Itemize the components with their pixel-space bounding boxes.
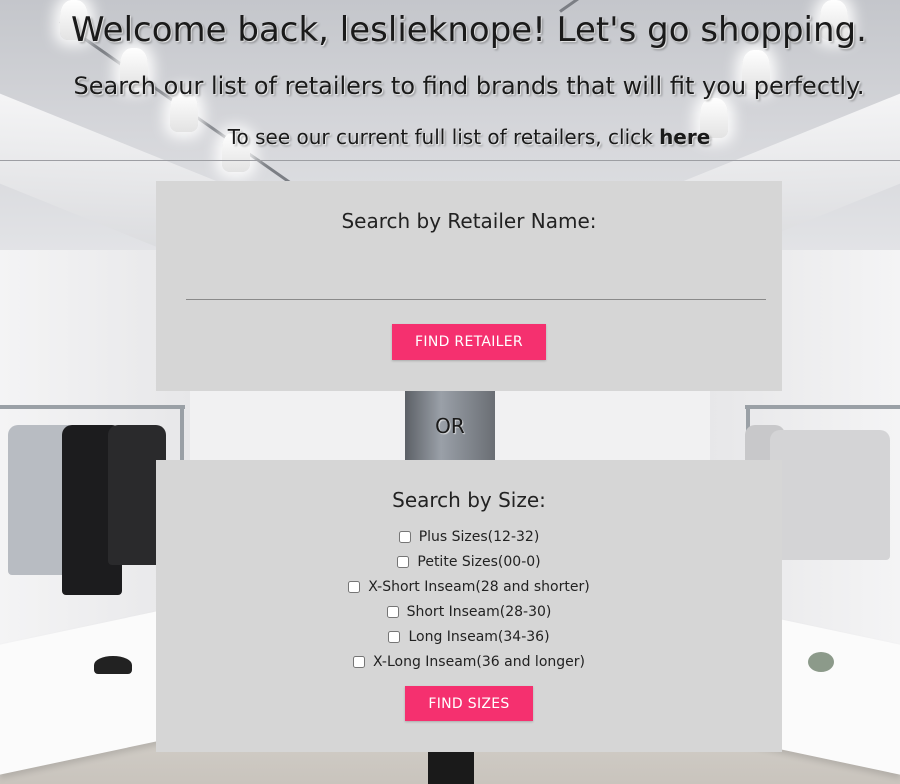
or-separator: OR [435, 414, 465, 438]
clothing-rail-left [0, 405, 185, 409]
x-short-inseam-checkbox[interactable] [348, 580, 361, 593]
header-divider [0, 160, 900, 161]
page-subtitle: Search our list of retailers to find bra… [73, 72, 865, 100]
size-option-long-inseam[interactable]: Long Inseam(34-36) [156, 624, 782, 649]
clothing-rail-right [745, 405, 900, 409]
retailer-search-title: Search by Retailer Name: [341, 209, 597, 233]
short-inseam-checkbox[interactable] [386, 605, 399, 618]
size-option-label: X-Short Inseam(28 and shorter) [368, 578, 590, 595]
size-option-x-long-inseam[interactable]: X-Long Inseam(36 and longer) [156, 649, 782, 674]
size-search-title: Search by Size: [392, 488, 546, 512]
retailer-name-input[interactable] [186, 271, 766, 300]
find-sizes-button[interactable]: FIND SIZES [405, 686, 533, 721]
size-option-plus[interactable]: Plus Sizes(12-32) [156, 524, 782, 549]
size-option-label: X-Long Inseam(36 and longer) [373, 653, 585, 670]
size-search-panel: Search by Size: Plus Sizes(12-32) Petite… [156, 460, 782, 752]
welcome-title: Welcome back, leslieknope! Let's go shop… [71, 10, 867, 50]
size-option-label: Long Inseam(34-36) [408, 628, 550, 645]
retailer-search-panel: Search by Retailer Name: FIND RETAILER [156, 181, 782, 391]
size-option-label: Petite Sizes(00-0) [417, 553, 541, 570]
cap-on-platform [94, 656, 132, 674]
size-option-x-short-inseam[interactable]: X-Short Inseam(28 and shorter) [156, 574, 782, 599]
full-list-prefix: To see our current full list of retailer… [227, 125, 660, 149]
size-option-short-inseam[interactable]: Short Inseam(28-30) [156, 599, 782, 624]
find-retailer-button[interactable]: FIND RETAILER [392, 324, 546, 360]
size-option-label: Plus Sizes(12-32) [418, 528, 540, 545]
x-long-inseam-checkbox[interactable] [353, 655, 366, 668]
petite-sizes-checkbox[interactable] [397, 555, 410, 568]
size-options-list: Plus Sizes(12-32) Petite Sizes(00-0) X-S… [156, 524, 782, 674]
size-option-label: Short Inseam(28-30) [406, 603, 552, 620]
hanging-sweater [770, 430, 890, 560]
full-list-link[interactable]: here [659, 125, 710, 149]
size-option-petite[interactable]: Petite Sizes(00-0) [156, 549, 782, 574]
full-list-text: To see our current full list of retailer… [20, 125, 900, 149]
plus-sizes-checkbox[interactable] [398, 530, 411, 543]
small-plant [808, 652, 834, 672]
long-inseam-checkbox[interactable] [388, 630, 401, 643]
